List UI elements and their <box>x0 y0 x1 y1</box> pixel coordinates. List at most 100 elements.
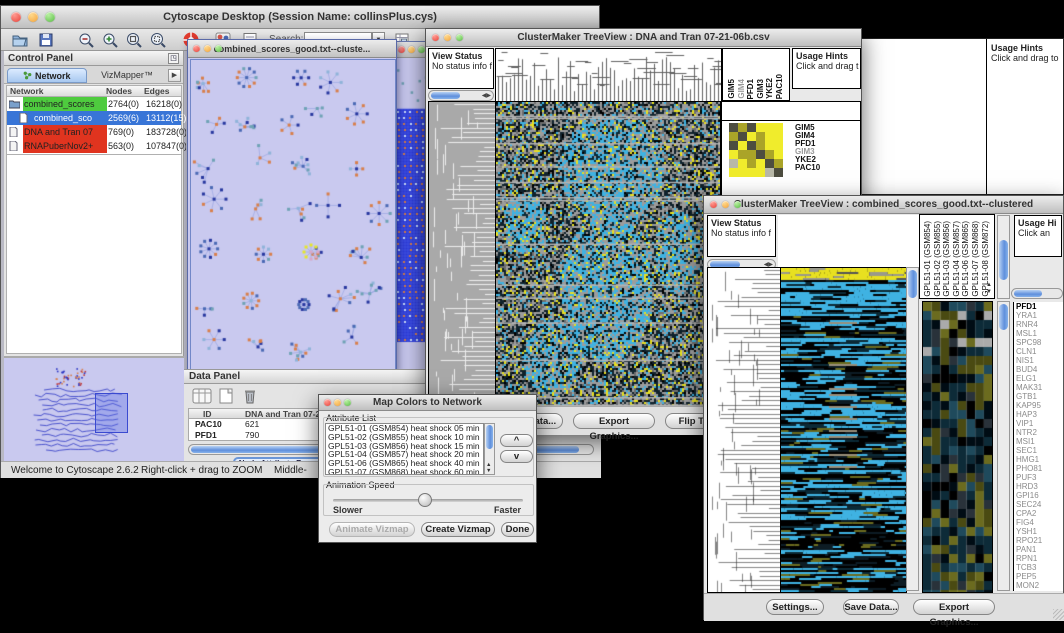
gene-label[interactable]: HRD3 <box>1014 482 1063 491</box>
network-table-row[interactable]: RNAPuberNov2+563(0)107847(0) <box>7 139 181 153</box>
data-col-id[interactable]: ID <box>203 409 212 419</box>
save-data-button[interactable]: Save Data... <box>843 599 899 615</box>
close-button[interactable] <box>398 46 405 53</box>
gene-label[interactable]: SPC98 <box>1014 338 1063 347</box>
heatmap-canvas[interactable] <box>495 101 721 407</box>
attribute-select-icon[interactable] <box>192 388 212 404</box>
gene-label[interactable]: GTB1 <box>1014 392 1063 401</box>
minimize-button[interactable] <box>334 399 341 406</box>
column-label[interactable]: GIM3 <box>756 79 765 99</box>
column-label[interactable]: GPL51-02 (GSM855) <box>933 221 942 297</box>
network-table-row[interactable]: DNA and Tran 07769(0)183728(0) <box>7 125 181 139</box>
dialog-title-bar[interactable]: Map Colors to Network <box>319 395 536 411</box>
gene-label[interactable]: CLN1 <box>1014 347 1063 356</box>
network-overview-panel[interactable] <box>4 356 184 461</box>
main-title-bar[interactable]: Cytoscape Desktop (Session Name: collins… <box>1 6 599 29</box>
float-panel-icon[interactable]: ◳ <box>168 53 179 64</box>
column-label[interactable]: GIM5 <box>727 79 736 99</box>
minimize-button[interactable] <box>722 201 729 208</box>
animate-vizmap-button[interactable]: Animate Vizmap <box>329 522 415 537</box>
view-status-scrollbar[interactable]: ◀▶ <box>428 90 494 101</box>
gene-label[interactable]: HAP3 <box>1014 410 1063 419</box>
scrollbar-thumb[interactable] <box>486 425 493 449</box>
scrollbar-arrows[interactable]: ◀▶ <box>482 91 491 101</box>
zoom-button[interactable] <box>456 34 463 41</box>
gene-label[interactable]: YRA1 <box>1014 311 1063 320</box>
col-header-network[interactable]: Network <box>10 86 44 96</box>
labels-vscrollbar[interactable] <box>997 215 1010 299</box>
zoom-vscrollbar[interactable] <box>997 301 1010 591</box>
heatmap-canvas[interactable] <box>780 267 907 593</box>
zoom-button[interactable] <box>418 46 425 53</box>
scrollbar-thumb[interactable] <box>999 240 1008 280</box>
column-dendrogram-canvas[interactable] <box>495 48 722 102</box>
column-label[interactable]: PFD1 <box>746 79 755 99</box>
close-button[interactable] <box>11 12 21 22</box>
gene-label[interactable]: RPN1 <box>1014 554 1063 563</box>
treeview2-title-bar[interactable]: ClusterMaker TreeView : combined_scores_… <box>704 196 1063 214</box>
gene-label[interactable]: PAN1 <box>1014 545 1063 554</box>
scrollbar-thumb[interactable] <box>1014 290 1042 297</box>
export-graphics-button[interactable]: Export Graphics... <box>913 599 995 615</box>
gene-label[interactable]: FIG4 <box>1014 518 1063 527</box>
gene-label[interactable]: KAP95 <box>1014 401 1063 410</box>
minimize-button[interactable] <box>444 34 451 41</box>
gene-label[interactable]: GPI16 <box>1014 491 1063 500</box>
col-header-nodes[interactable]: Nodes <box>106 86 132 96</box>
column-label[interactable]: GIM4 <box>737 79 746 99</box>
gene-label[interactable]: PUF3 <box>1014 473 1063 482</box>
gene-label[interactable]: PHO81 <box>1014 464 1063 473</box>
minimize-button[interactable] <box>408 46 415 53</box>
zoom-button[interactable] <box>215 45 222 52</box>
zoom-button[interactable] <box>344 399 351 406</box>
network-table-row[interactable]: combined_sco2569(6)13112(15) <box>7 111 181 125</box>
gene-label[interactable]: NIS1 <box>1014 356 1063 365</box>
minimize-button[interactable] <box>28 12 38 22</box>
label-scroll-arrows[interactable]: ▲▼ <box>986 282 992 296</box>
zoom-out-icon[interactable] <box>77 31 95 49</box>
speed-slider-thumb[interactable] <box>418 493 432 507</box>
gene-label[interactable]: YSH1 <box>1014 527 1063 536</box>
correlation-matrix[interactable] <box>729 123 783 177</box>
open-file-icon[interactable] <box>11 31 29 49</box>
gene-label[interactable]: SEC1 <box>1014 446 1063 455</box>
scrollbar-arrows[interactable]: ▲▼ <box>486 462 491 474</box>
move-down-button[interactable]: v <box>500 450 533 463</box>
tab-network[interactable]: Network <box>7 68 87 83</box>
gene-label[interactable]: BUD4 <box>1014 365 1063 374</box>
gene-label[interactable]: CPA2 <box>1014 509 1063 518</box>
new-attribute-icon[interactable] <box>216 388 236 404</box>
gene-label[interactable]: VIP1 <box>1014 419 1063 428</box>
close-button[interactable] <box>710 201 717 208</box>
gene-label[interactable]: RNR4 <box>1014 320 1063 329</box>
zoom-in-icon[interactable] <box>101 31 119 49</box>
gene-label[interactable]: MSI1 <box>1014 437 1063 446</box>
gene-label[interactable]: NTR2 <box>1014 428 1063 437</box>
create-vizmap-button[interactable]: Create Vizmap <box>421 522 495 537</box>
scrollbar-thumb[interactable] <box>431 92 460 99</box>
network-window-title-bar[interactable]: combined_scores_good.txt--cluste... <box>188 40 396 58</box>
gene-list-hscrollbar[interactable] <box>1011 288 1063 299</box>
column-label[interactable]: GPL51-06 (GSM865) <box>961 221 970 297</box>
column-label[interactable]: GPL51-07 (GSM868) <box>971 221 980 297</box>
network-table-row[interactable]: combined_scores2764(0)16218(0) <box>7 97 181 111</box>
close-button[interactable] <box>432 34 439 41</box>
heatmap-vscrollbar[interactable] <box>906 267 919 591</box>
row-dendrogram-canvas[interactable] <box>428 101 496 407</box>
gene-label[interactable]: PEP5 <box>1014 572 1063 581</box>
column-label[interactable]: PAC10 <box>775 74 784 99</box>
overview-viewport-rect[interactable] <box>95 393 128 433</box>
gene-label[interactable]: RPO21 <box>1014 536 1063 545</box>
gene-label[interactable]: PFD1 <box>1014 302 1063 311</box>
column-label[interactable]: GPL51-01 (GSM854) <box>923 221 932 297</box>
col-header-edges[interactable]: Edges <box>144 86 170 96</box>
resize-grip[interactable] <box>1053 609 1064 620</box>
attribute-list-item[interactable]: GPL51-07 (GSM868) heat shock 60 min <box>326 468 483 475</box>
zoom-button[interactable] <box>45 12 55 22</box>
row-label[interactable]: PAC10 <box>795 164 820 172</box>
tab-overflow-arrow[interactable]: ▶ <box>168 69 181 82</box>
scrollbar-thumb[interactable] <box>999 304 1008 330</box>
zoom-fit-icon[interactable] <box>125 31 143 49</box>
zoom-heatmap-canvas[interactable] <box>922 301 993 593</box>
minimize-button[interactable] <box>204 45 211 52</box>
